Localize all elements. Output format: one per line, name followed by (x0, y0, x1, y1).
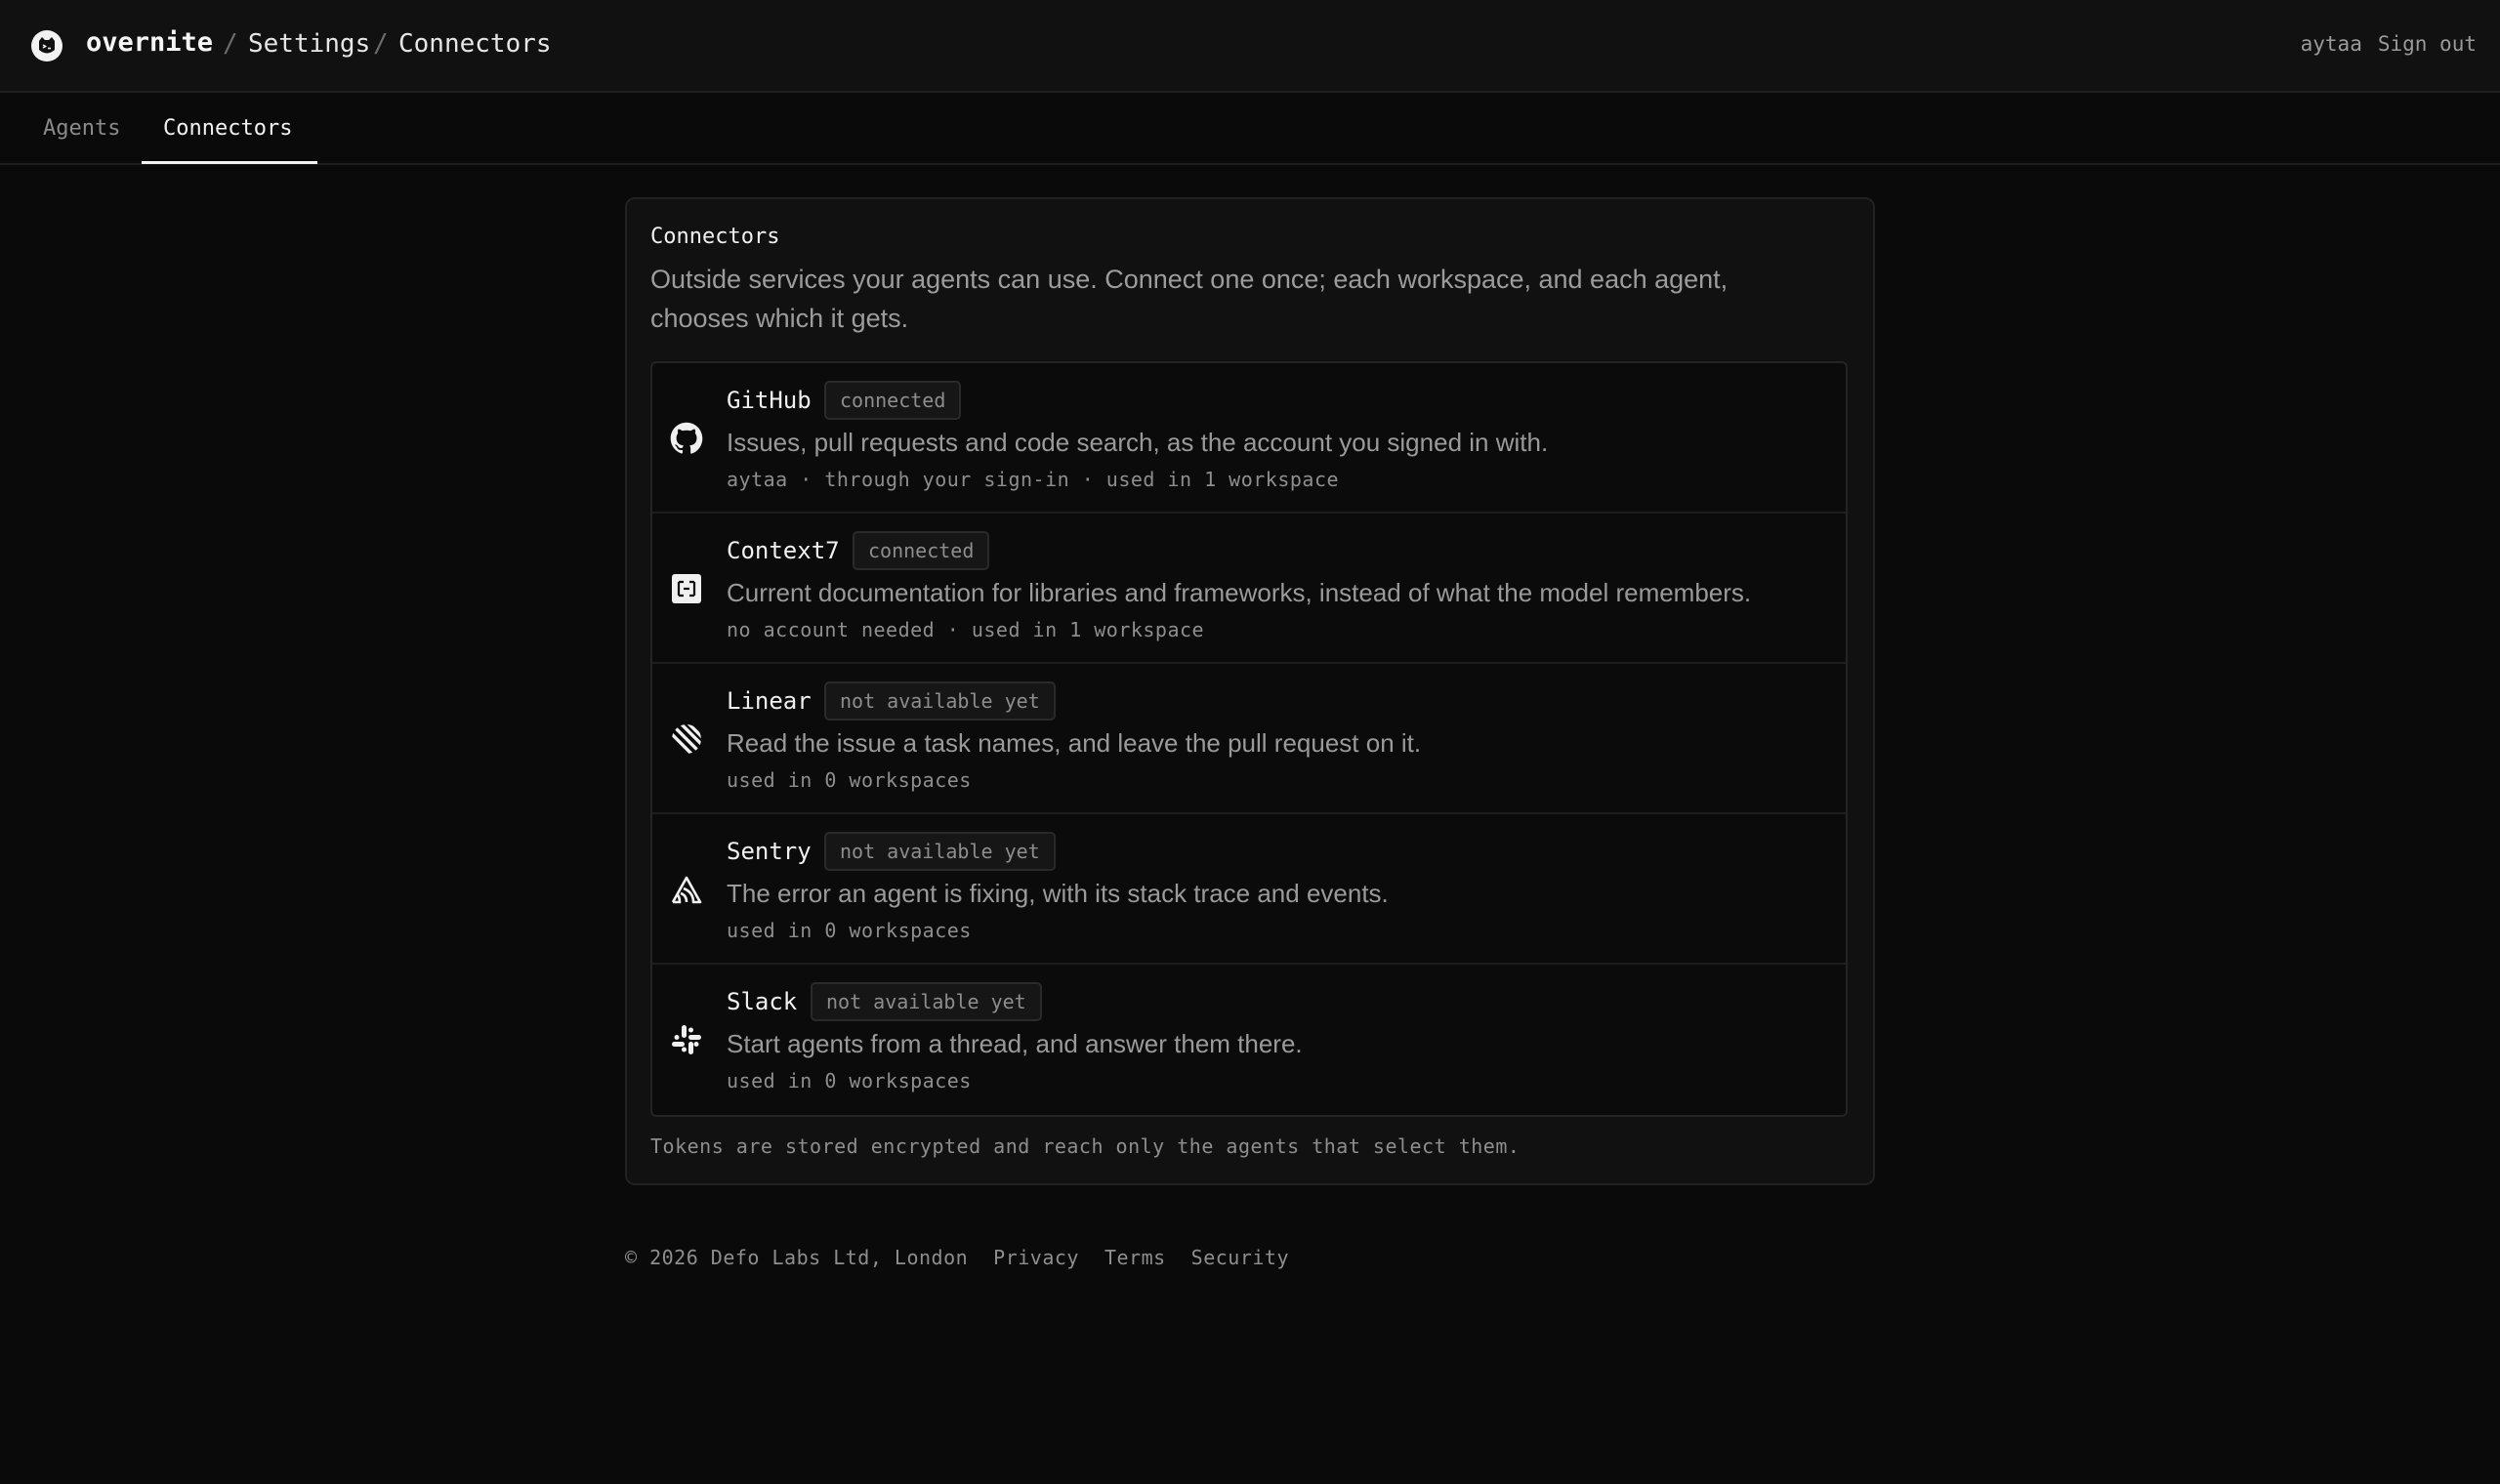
status-badge: connected (853, 531, 990, 570)
top-bar: overnite / Settings / Connectors aytaa S… (0, 0, 2500, 93)
breadcrumb-separator: / (373, 29, 389, 59)
connector-meta: used in 0 workspaces (727, 768, 972, 792)
settings-tabs: Agents Connectors (0, 93, 2500, 165)
connector-list: GitHub connected Issues, pull requests a… (650, 361, 1848, 1117)
connectors-card: Connectors Outside services your agents … (625, 197, 1875, 1185)
connector-row-sentry[interactable]: Sentry not available yet The error an ag… (652, 814, 1846, 965)
connector-description: Start agents from a thread, and answer t… (727, 1029, 1303, 1058)
overnite-logo-icon[interactable] (31, 30, 62, 62)
card-description: Outside services your agents can use. Co… (650, 265, 1729, 333)
connector-row-github[interactable]: GitHub connected Issues, pull requests a… (652, 363, 1846, 514)
username: aytaa (2300, 32, 2362, 56)
connector-name: Slack (727, 988, 798, 1015)
breadcrumb-separator: / (223, 29, 238, 59)
connector-name: Context7 (727, 537, 840, 564)
brand-name[interactable]: overnite (86, 27, 213, 58)
tab-connectors[interactable]: Connectors (163, 116, 292, 141)
breadcrumb-connectors: Connectors (398, 29, 552, 59)
connector-name: Sentry (727, 838, 812, 865)
connector-row-slack[interactable]: Slack not available yet Start agents fro… (652, 965, 1846, 1115)
status-badge: connected (824, 381, 962, 420)
connector-meta: used in 0 workspaces (727, 919, 972, 942)
status-badge: not available yet (811, 982, 1042, 1021)
footer-link-terms[interactable]: Terms (1104, 1246, 1166, 1269)
connector-description: Current documentation for libraries and … (727, 578, 1752, 607)
breadcrumb-settings[interactable]: Settings (248, 29, 370, 59)
connector-meta: no account needed · used in 1 workspace (727, 618, 1205, 641)
sentry-icon (670, 873, 703, 906)
connector-description: Issues, pull requests and code search, a… (727, 428, 1549, 457)
card-title: Connectors (650, 225, 780, 249)
status-badge: not available yet (824, 681, 1056, 721)
card-footnote: Tokens are stored encrypted and reach on… (650, 1134, 1521, 1158)
tab-agents[interactable]: Agents (43, 116, 120, 141)
footer-link-privacy[interactable]: Privacy (993, 1246, 1079, 1269)
sign-out-link[interactable]: Sign out (2378, 32, 2477, 56)
linear-icon (670, 722, 703, 756)
user-menu: aytaa Sign out (2301, 32, 2477, 56)
copyright: © 2026 Defo Labs Ltd, London (625, 1246, 969, 1269)
active-tab-indicator (142, 161, 317, 164)
connector-name: Linear (727, 687, 812, 715)
footer-link-security[interactable]: Security (1191, 1246, 1289, 1269)
slack-icon (670, 1023, 703, 1056)
connector-name: GitHub (727, 387, 812, 414)
connector-meta: aytaa · through your sign-in · used in 1… (727, 468, 1340, 491)
connector-description: The error an agent is fixing, with its s… (727, 879, 1389, 908)
github-icon (670, 422, 703, 455)
connector-description: Read the issue a task names, and leave t… (727, 728, 1422, 758)
status-badge: not available yet (824, 832, 1056, 871)
page-footer: © 2026 Defo Labs Ltd, London Privacy Ter… (625, 1246, 1289, 1269)
connector-row-linear[interactable]: Linear not available yet Read the issue … (652, 664, 1846, 814)
connector-meta: used in 0 workspaces (727, 1069, 972, 1092)
connector-row-context7[interactable]: Context7 connected Current documentation… (652, 514, 1846, 664)
context7-icon (670, 572, 703, 605)
